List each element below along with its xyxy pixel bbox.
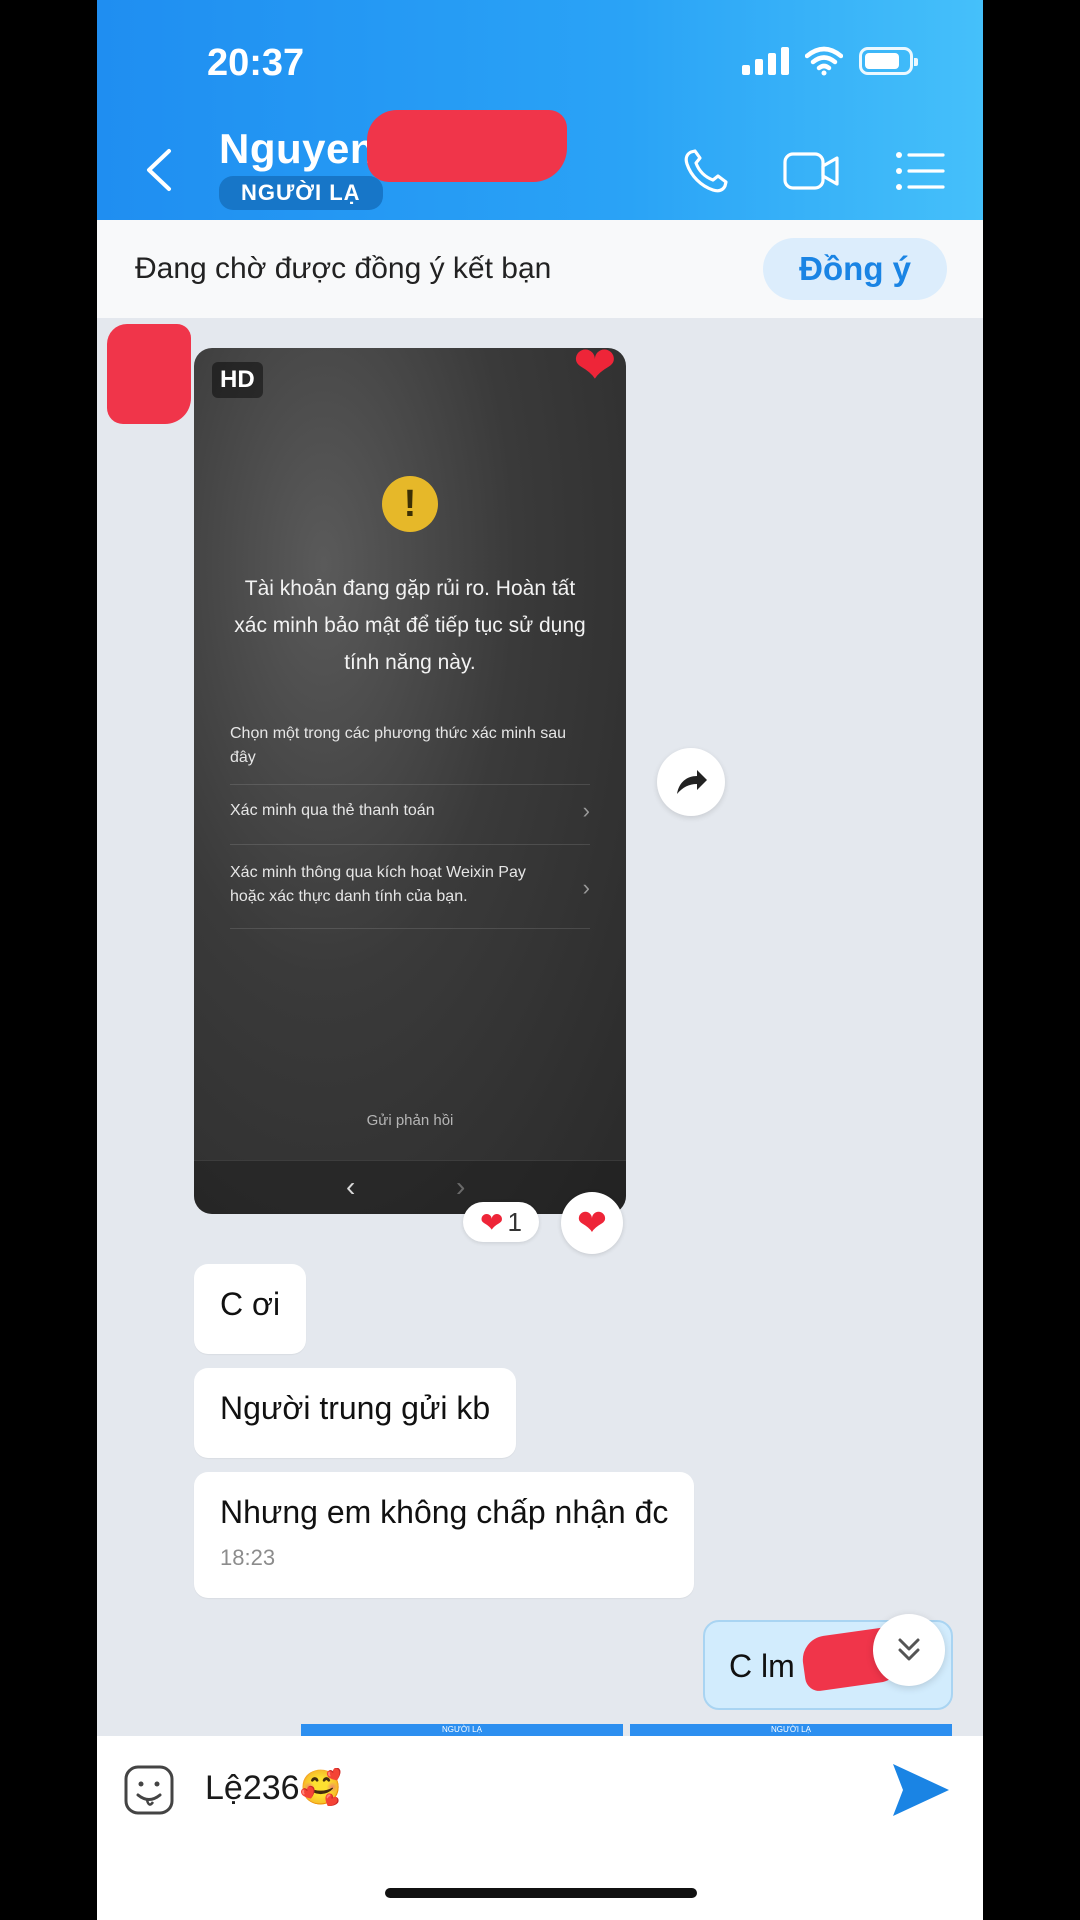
chevron-right-icon: ›	[582, 875, 590, 900]
image-warning-title: Tài khoản đang gặp rủi ro. Hoàn tất xác …	[234, 577, 586, 674]
chat-screen: 20:37 Nguyen NGƯỜI LẠ Đang chờ được đồng…	[97, 0, 983, 1920]
image-option-label: Xác minh qua thẻ thanh toán	[230, 802, 435, 819]
wifi-icon	[805, 46, 843, 76]
image-thumbnail[interactable]: NGƯỜI LẠ	[630, 1724, 952, 1736]
scroll-down-button[interactable]	[873, 1614, 945, 1686]
message-bubble[interactable]: Nhưng em không chấp nhận đc 18:23	[194, 1472, 695, 1598]
status-time: 20:37	[207, 42, 305, 84]
phone-icon[interactable]	[677, 146, 737, 196]
battery-icon	[859, 47, 918, 75]
image-option-row: Xác minh qua thẻ thanh toán ›	[230, 784, 590, 837]
menu-list-icon[interactable]	[891, 146, 951, 196]
back-chevron-icon[interactable]	[139, 145, 179, 195]
image-thumbnail[interactable]: NGƯỜI LẠ	[301, 1724, 623, 1736]
message-bubble[interactable]: Người trung gửi kb	[194, 1368, 517, 1458]
react-heart-button[interactable]: ❤	[561, 1192, 623, 1254]
chat-header: 20:37 Nguyen NGƯỜI LẠ	[97, 0, 983, 220]
message-text: Người trung gửi kb	[220, 1390, 491, 1426]
message-input-bar	[97, 1736, 983, 1920]
status-icons	[742, 46, 918, 76]
avatar-redaction	[107, 324, 191, 424]
message-input[interactable]	[205, 1768, 765, 1807]
image-prev-icon: ‹	[346, 1171, 356, 1202]
image-option-row: Xác minh thông qua kích hoạt Weixin Pay …	[230, 844, 590, 931]
reaction-count: 1	[507, 1206, 522, 1237]
chevron-right-icon: ›	[582, 798, 590, 823]
name-redaction	[367, 110, 567, 182]
cellular-signal-icon	[742, 47, 789, 75]
friend-request-text: Đang chờ được đồng ý kết bạn	[135, 252, 552, 285]
image-next-icon: ›	[456, 1171, 466, 1202]
heart-icon: ❤	[480, 1206, 504, 1238]
friend-request-bar: Đang chờ được đồng ý kết bạn Đồng ý	[97, 220, 983, 318]
reaction-count-pill[interactable]: ❤ 1	[463, 1202, 539, 1242]
image-nav-bar: ‹ ›	[194, 1160, 626, 1214]
image-option-label: Xác minh thông qua kích hoạt Weixin Pay …	[230, 864, 526, 905]
contact-name[interactable]: Nguyen	[219, 125, 376, 173]
stranger-badge: NGƯỜI LẠ	[219, 176, 383, 210]
message-text: Nhưng em không chấp nhận đc	[220, 1494, 669, 1530]
message-text: C ơi	[220, 1286, 281, 1322]
message-text: C lm	[729, 1648, 795, 1684]
image-message[interactable]: HD ! Tài khoản đang gặp rủi ro. Hoàn tất…	[194, 348, 626, 1214]
image-warning-subtitle: Chọn một trong các phương thức xác minh …	[230, 725, 567, 766]
thumbnail-badge: NGƯỜI LẠ	[442, 1725, 482, 1734]
image-divider	[230, 928, 590, 929]
message-bubble[interactable]: C ơi	[194, 1264, 307, 1354]
sticker-emoji-icon[interactable]	[123, 1764, 175, 1816]
hd-badge: HD	[212, 362, 263, 398]
heart-reaction-icon: ❤	[573, 337, 617, 395]
thumbnail-badge: NGƯỜI LẠ	[771, 1725, 811, 1734]
image-feedback-link: Gửi phản hồi	[366, 1112, 454, 1129]
accept-friend-button[interactable]: Đồng ý	[763, 238, 947, 300]
message-timestamp: 18:23	[220, 1545, 276, 1570]
send-icon[interactable]	[889, 1760, 953, 1820]
video-camera-icon[interactable]	[781, 146, 841, 196]
warning-icon: !	[382, 476, 438, 532]
home-indicator	[385, 1888, 697, 1898]
share-forward-button[interactable]	[657, 748, 725, 816]
